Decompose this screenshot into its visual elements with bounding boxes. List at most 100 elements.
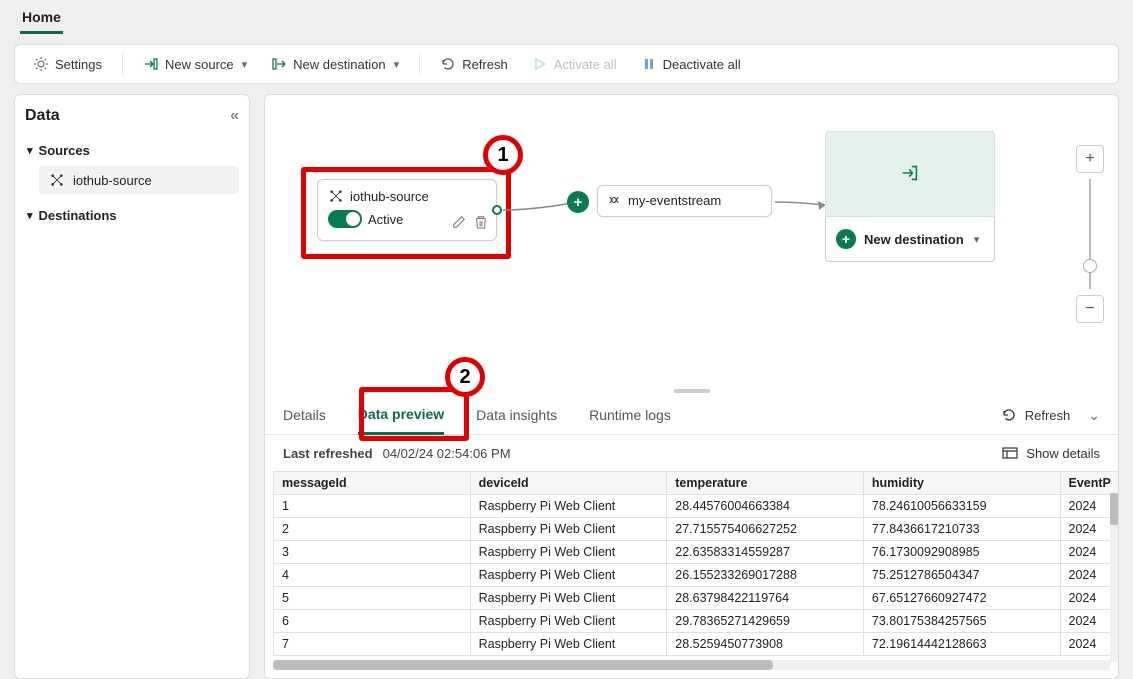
eventstream-icon: [606, 192, 622, 208]
active-toggle[interactable]: [328, 210, 362, 228]
cell-messageId: 4: [274, 564, 471, 587]
destination-placeholder: + New destination ▾: [825, 131, 995, 262]
node-eventstream[interactable]: my-eventstream: [597, 185, 772, 217]
refresh-icon: [1001, 407, 1017, 423]
table-row[interactable]: 6Raspberry Pi Web Client29.7836527142965…: [274, 610, 1119, 633]
cell-messageId: 2: [274, 518, 471, 541]
sidebar-group-sources[interactable]: ▾ Sources: [25, 139, 239, 162]
new-destination-node-label: New destination: [864, 232, 964, 247]
table-row[interactable]: 5Raspberry Pi Web Client28.6379842211976…: [274, 587, 1119, 610]
gear-icon: [33, 56, 49, 72]
panel-refresh-label: Refresh: [1025, 408, 1071, 423]
output-icon: [899, 162, 921, 187]
table-row[interactable]: 3Raspberry Pi Web Client22.6358331455928…: [274, 541, 1119, 564]
refresh-icon: [440, 56, 456, 72]
show-details-label: Show details: [1026, 446, 1100, 461]
col-temperature[interactable]: temperature: [667, 472, 864, 495]
deactivate-all-button[interactable]: Deactivate all: [631, 51, 751, 77]
destinations-label: Destinations: [39, 208, 117, 223]
play-icon: [532, 56, 548, 72]
cell-humidity: 73.80175384257565: [863, 610, 1060, 633]
deactivate-all-label: Deactivate all: [663, 57, 741, 72]
show-details-button[interactable]: Show details: [1002, 445, 1100, 461]
zoom-out-button[interactable]: −: [1076, 295, 1104, 323]
edit-icon[interactable]: [452, 215, 466, 232]
source-in-icon: [143, 56, 159, 72]
destination-out-icon: [271, 56, 287, 72]
col-eventP[interactable]: EventP: [1060, 472, 1118, 495]
pause-icon: [641, 56, 657, 72]
zoom-in-button[interactable]: +: [1076, 145, 1104, 173]
chevron-down-icon: ▾: [27, 209, 33, 222]
table-row[interactable]: 7Raspberry Pi Web Client28.5259450773908…: [274, 633, 1119, 656]
table-row[interactable]: 2Raspberry Pi Web Client27.7155754066272…: [274, 518, 1119, 541]
cell-humidity: 67.65127660927472: [863, 587, 1060, 610]
tab-data-insights[interactable]: Data insights: [476, 397, 557, 433]
cell-deviceId: Raspberry Pi Web Client: [470, 587, 667, 610]
cell-temperature: 27.715575406627252: [667, 518, 864, 541]
sidebar: Data « ▾ Sources iothub-source ▾ Destina…: [14, 94, 250, 679]
sidebar-title: Data: [25, 107, 60, 125]
chevron-down-icon: ⌄: [1088, 407, 1100, 424]
zoom-slider[interactable]: [1089, 179, 1091, 289]
cell-humidity: 72.19614442128663: [863, 633, 1060, 656]
vertical-scrollbar[interactable]: [1110, 493, 1118, 662]
delete-icon[interactable]: [474, 215, 488, 232]
tab-details[interactable]: Details: [283, 397, 326, 433]
cell-messageId: 3: [274, 541, 471, 564]
iot-hub-icon: [328, 188, 344, 204]
panel-refresh-button[interactable]: Refresh ⌄: [1001, 407, 1100, 424]
settings-button[interactable]: Settings: [23, 51, 112, 77]
tab-runtime-logs[interactable]: Runtime logs: [589, 397, 671, 433]
cell-deviceId: Raspberry Pi Web Client: [470, 518, 667, 541]
tab-data-preview[interactable]: Data preview: [358, 396, 444, 435]
output-port-icon[interactable]: [492, 205, 502, 215]
cell-deviceId: Raspberry Pi Web Client: [470, 564, 667, 587]
cell-humidity: 77.8436617210733: [863, 518, 1060, 541]
node-title-label: iothub-source: [350, 189, 429, 204]
add-transform-button[interactable]: +: [567, 191, 589, 213]
cell-deviceId: Raspberry Pi Web Client: [470, 610, 667, 633]
stream-node-label: my-eventstream: [628, 193, 721, 208]
cell-deviceId: Raspberry Pi Web Client: [470, 633, 667, 656]
chevron-down-icon: ▾: [27, 144, 33, 157]
horizontal-scrollbar[interactable]: [273, 660, 1110, 670]
col-deviceId[interactable]: deviceId: [470, 472, 667, 495]
bottom-tabs: Details Data preview Data insights Runti…: [265, 394, 1118, 435]
col-humidity[interactable]: humidity: [863, 472, 1060, 495]
sidebar-item-iothub-source[interactable]: iothub-source: [39, 166, 239, 194]
last-refreshed-value: 04/02/24 02:54:06 PM: [383, 446, 511, 461]
new-destination-label: New destination: [293, 57, 386, 72]
cell-humidity: 78.24610056633159: [863, 495, 1060, 518]
plus-icon: +: [836, 229, 856, 249]
canvas[interactable]: iothub-source Active 1: [265, 95, 1118, 388]
new-destination-button[interactable]: New destination ▾: [261, 51, 409, 77]
refresh-button[interactable]: Refresh: [430, 51, 518, 77]
cell-temperature: 22.63583314559287: [667, 541, 864, 564]
annotation-badge-2: 2: [445, 357, 485, 397]
source-item-label: iothub-source: [73, 173, 152, 188]
activate-all-button[interactable]: Activate all: [522, 51, 627, 77]
toolbar: Settings New source ▾ New destination ▾ …: [14, 44, 1119, 84]
chevron-down-icon: ▾: [242, 58, 248, 71]
cell-humidity: 76.1730092908985: [863, 541, 1060, 564]
cell-temperature: 29.78365271429659: [667, 610, 864, 633]
new-source-button[interactable]: New source ▾: [133, 51, 257, 77]
sidebar-group-destinations[interactable]: ▾ Destinations: [25, 204, 239, 227]
node-iothub-source[interactable]: iothub-source Active: [317, 179, 497, 241]
cell-messageId: 1: [274, 495, 471, 518]
settings-label: Settings: [55, 57, 102, 72]
last-refreshed-label: Last refreshed: [283, 446, 373, 461]
new-source-label: New source: [165, 57, 234, 72]
table-row[interactable]: 4Raspberry Pi Web Client26.1552332690172…: [274, 564, 1119, 587]
tab-home[interactable]: Home: [20, 6, 63, 34]
new-destination-node-button[interactable]: + New destination ▾: [825, 217, 995, 262]
table-header-row: messageId deviceId temperature humidity …: [274, 472, 1119, 495]
col-messageId[interactable]: messageId: [274, 472, 471, 495]
chevron-down-icon: ▾: [394, 58, 400, 71]
sources-label: Sources: [39, 143, 90, 158]
collapse-icon[interactable]: «: [230, 107, 239, 125]
table-row[interactable]: 1Raspberry Pi Web Client28.4457600466338…: [274, 495, 1119, 518]
cell-messageId: 7: [274, 633, 471, 656]
activate-all-label: Activate all: [554, 57, 617, 72]
